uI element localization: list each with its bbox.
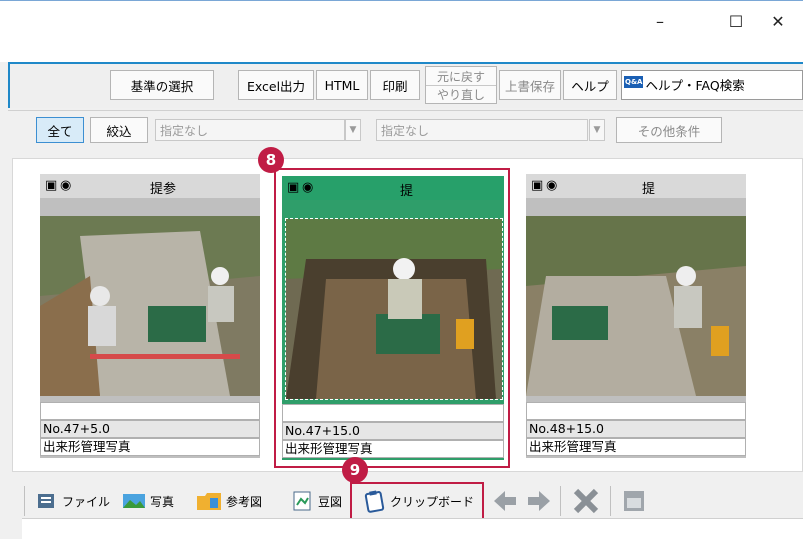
mame-button[interactable]: 豆図	[292, 485, 342, 517]
board-icon: ▣	[287, 180, 300, 195]
card-header: ▣ ◉ 提	[282, 176, 504, 200]
photo-label: 写真	[150, 494, 175, 509]
card-header: ▣ ◉ 提参	[40, 174, 260, 198]
filter-combo-1[interactable]: 指定なし	[155, 119, 345, 141]
card-marks: 提	[642, 182, 656, 197]
card-blank-row	[40, 402, 260, 420]
bottom-panel	[22, 518, 803, 539]
photo-button[interactable]: 写真	[122, 485, 174, 517]
callout-badge-9: 9	[342, 457, 368, 483]
maximize-button[interactable]: ☐	[716, 6, 756, 36]
card-blank-row	[526, 402, 746, 420]
board-icon: ▣	[45, 178, 58, 193]
chevron-down-icon[interactable]: ▼	[345, 119, 361, 141]
clipboard-icon	[364, 490, 385, 513]
board-icon: ▣	[531, 178, 544, 193]
reference-label: 参考図	[226, 494, 263, 509]
close-button[interactable]: ✕	[758, 6, 798, 36]
photo-thumbnail	[285, 218, 503, 400]
clipboard-label: クリップボード	[390, 494, 475, 509]
html-button[interactable]: HTML	[316, 70, 368, 100]
card-marks: 提	[400, 184, 414, 199]
card-station: No.47+5.0	[40, 420, 260, 438]
minimize-icon: –	[656, 11, 664, 31]
document-icon	[293, 491, 311, 511]
camera-icon: ◉	[546, 178, 558, 193]
filter-combo-2[interactable]: 指定なし	[376, 119, 588, 141]
qa-icon: Q&A	[624, 76, 644, 88]
file-button[interactable]: ファイル	[36, 485, 110, 517]
narrow-button[interactable]: 絞込	[90, 117, 148, 143]
window-icon[interactable]	[622, 489, 646, 516]
camera-icon: ◉	[60, 178, 72, 193]
arrow-left-icon[interactable]	[492, 488, 518, 517]
file-icon	[38, 494, 54, 508]
title-bar	[0, 0, 803, 62]
card-photo-type: 出来形管理写真	[526, 438, 746, 456]
undo-button[interactable]: 元に戻す	[426, 68, 496, 86]
photo-icon	[123, 494, 145, 508]
other-conditions-button[interactable]: その他条件	[616, 117, 722, 143]
divider	[560, 486, 561, 516]
divider	[610, 486, 611, 516]
card-photo-type: 出来形管理写真	[40, 438, 260, 456]
overwrite-save-button[interactable]: 上書保存	[499, 70, 561, 100]
photo-thumbnail	[40, 216, 260, 396]
camera-icon: ◉	[302, 180, 314, 195]
maximize-icon: ☐	[728, 11, 744, 31]
divider	[24, 486, 25, 516]
undo-redo-group: 元に戻す やり直し	[425, 66, 497, 104]
filter-all-button[interactable]: 全て	[36, 117, 84, 143]
print-button[interactable]: 印刷	[370, 70, 420, 100]
folder-icon	[197, 493, 221, 510]
card-station: No.47+15.0	[282, 422, 504, 440]
card-blank-row	[282, 404, 504, 422]
callout-badge-8: 8	[258, 147, 284, 173]
excel-output-button[interactable]: Excel出力	[238, 70, 314, 100]
mame-label: 豆図	[318, 494, 343, 509]
file-label: ファイル	[62, 494, 111, 509]
minimize-button[interactable]: –	[640, 6, 680, 36]
photo-card[interactable]: ▣ ◉ 提参 No.47+5.0 出来形管理写真	[40, 174, 260, 458]
arrow-right-icon[interactable]	[526, 488, 552, 517]
card-header: ▣ ◉ 提	[526, 174, 746, 198]
photo-card-selected[interactable]: ▣ ◉ 提 No.47+15.0 出来形管理写真	[282, 176, 504, 460]
card-photo-type: 出来形管理写真	[282, 440, 504, 458]
clipboard-button[interactable]: クリップボード	[364, 485, 474, 517]
close-icon: ✕	[771, 11, 785, 31]
faq-search-box[interactable]: Q&A ヘルプ・FAQ検索	[621, 70, 803, 100]
help-button[interactable]: ヘルプ	[563, 70, 617, 100]
chevron-down-icon[interactable]: ▼	[589, 119, 605, 141]
faq-search-label: ヘルプ・FAQ検索	[645, 78, 745, 93]
reference-button[interactable]: 参考図	[196, 485, 262, 517]
card-marks: 提参	[150, 182, 177, 197]
photo-thumbnail	[526, 216, 746, 396]
redo-button[interactable]: やり直し	[426, 86, 496, 103]
delete-icon[interactable]	[572, 488, 600, 517]
select-criteria-button[interactable]: 基準の選択	[110, 70, 214, 100]
photo-card[interactable]: ▣ ◉ 提 No.48+15.0 出来形管理写真	[526, 174, 746, 458]
card-station: No.48+15.0	[526, 420, 746, 438]
